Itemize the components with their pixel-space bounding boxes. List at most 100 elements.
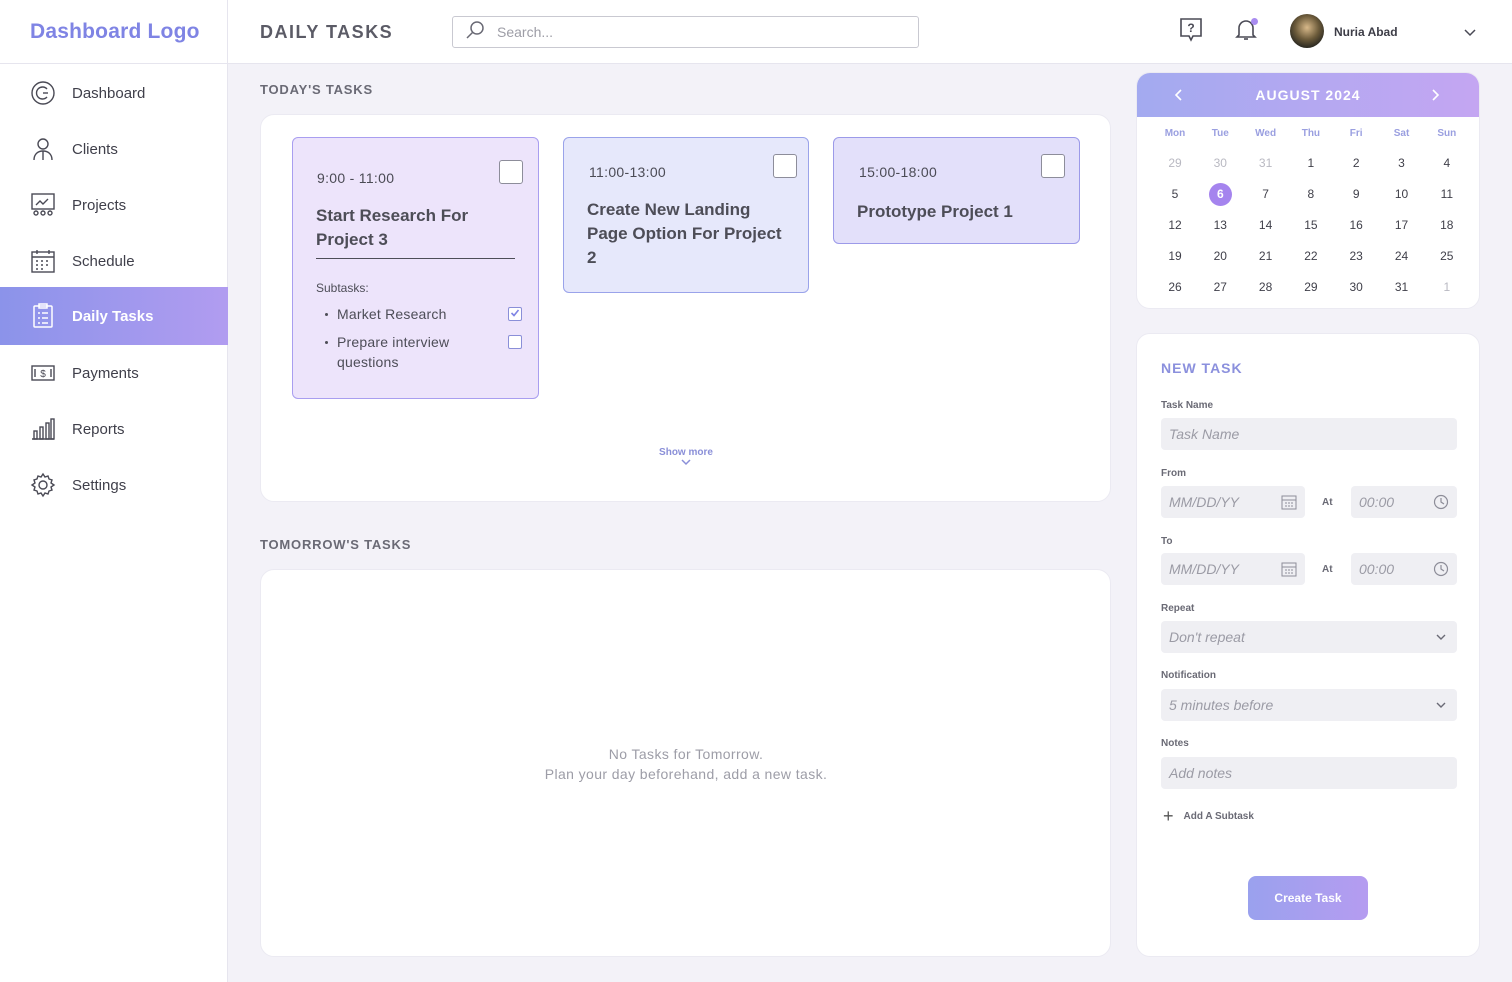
search-input[interactable] xyxy=(497,24,897,40)
calendar-day[interactable]: 31 xyxy=(1384,276,1420,298)
subtask-checkbox[interactable] xyxy=(508,335,522,349)
calendar-day[interactable]: 2 xyxy=(1338,152,1374,174)
notes-label: Notes xyxy=(1161,738,1189,749)
calendar-day[interactable]: 12 xyxy=(1157,214,1193,236)
sidebar-item-payments[interactable]: $ Payments xyxy=(0,344,228,402)
page-title: DAILY TASKS xyxy=(260,22,394,42)
avatar[interactable] xyxy=(1290,14,1324,48)
sidebar-item-schedule[interactable]: Schedule xyxy=(0,232,228,290)
today-section-title: TODAY'S TASKS xyxy=(260,82,373,97)
calendar-day[interactable]: 29 xyxy=(1157,152,1193,174)
to-date-input[interactable]: MM/DD/YY xyxy=(1161,553,1305,585)
calendar-day[interactable]: 17 xyxy=(1384,214,1420,236)
search-bar[interactable] xyxy=(452,16,919,48)
calendar-day[interactable]: 30 xyxy=(1338,276,1374,298)
sidebar-item-label: Daily Tasks xyxy=(72,307,154,325)
add-subtask-button[interactable]: + Add A Subtask xyxy=(1163,806,1254,826)
notification-select[interactable]: 5 minutes before xyxy=(1161,689,1457,721)
empty-state-message: No Tasks for Tomorrow. Plan your day bef… xyxy=(261,744,1111,784)
calendar-day[interactable]: 13 xyxy=(1202,214,1238,236)
calendar-day[interactable]: 19 xyxy=(1157,245,1193,267)
task-checkbox[interactable] xyxy=(499,160,523,184)
chevron-down-icon xyxy=(646,458,726,469)
task-time: 9:00 - 11:00 xyxy=(317,170,395,186)
task-checkbox[interactable] xyxy=(1041,154,1065,178)
task-card[interactable]: 15:00-18:00 Prototype Project 1 xyxy=(833,137,1080,244)
calendar-day[interactable]: 7 xyxy=(1248,183,1284,205)
sidebar-item-label: Clients xyxy=(72,140,118,158)
task-title: Create New Landing Page Option For Proje… xyxy=(587,200,782,267)
calendar-day[interactable]: 25 xyxy=(1429,245,1465,267)
calendar-day[interactable]: 24 xyxy=(1384,245,1420,267)
from-time-input[interactable]: 00:00 xyxy=(1351,486,1457,518)
calendar-day[interactable]: 23 xyxy=(1338,245,1374,267)
calendar-weekday: Tue xyxy=(1211,128,1229,139)
task-divider xyxy=(316,258,515,259)
calendar-day[interactable]: 4 xyxy=(1429,152,1465,174)
task-time: 11:00-13:00 xyxy=(589,164,666,180)
calendar-weekday: Thu xyxy=(1301,128,1321,139)
calendar-day[interactable]: 1 xyxy=(1429,276,1465,298)
task-card[interactable]: 11:00-13:00 Create New Landing Page Opti… xyxy=(563,137,809,293)
calendar-day[interactable]: 1 xyxy=(1293,152,1329,174)
help-button[interactable]: ? xyxy=(1177,17,1205,45)
sidebar-item-clients[interactable]: Clients xyxy=(0,120,228,178)
reports-icon xyxy=(30,416,56,442)
user-name[interactable]: Nuria Abad xyxy=(1334,25,1398,39)
app-logo[interactable]: Dashboard Logo xyxy=(0,0,227,64)
calendar-day[interactable]: 20 xyxy=(1202,245,1238,267)
calendar-day[interactable]: 22 xyxy=(1293,245,1329,267)
sidebar-item-daily-tasks[interactable]: Daily Tasks xyxy=(0,287,228,345)
notifications-button[interactable] xyxy=(1232,17,1260,45)
calendar-day[interactable]: 16 xyxy=(1338,214,1374,236)
sidebar-item-dashboard[interactable]: Dashboard xyxy=(0,64,228,122)
task-name-input[interactable]: Task Name xyxy=(1161,418,1457,450)
calendar-day[interactable]: 29 xyxy=(1293,276,1329,298)
calendar-day[interactable]: 14 xyxy=(1248,214,1284,236)
calendar-day[interactable]: 30 xyxy=(1202,152,1238,174)
sidebar-item-settings[interactable]: Settings xyxy=(0,456,228,514)
subtask-bullet xyxy=(325,313,328,316)
svg-text:$: $ xyxy=(40,369,46,380)
show-more-button[interactable]: Show more xyxy=(646,447,726,469)
calendar-day[interactable]: 9 xyxy=(1338,183,1374,205)
calendar-day[interactable]: 28 xyxy=(1248,276,1284,298)
plus-icon: + xyxy=(1163,806,1174,826)
task-card[interactable]: 9:00 - 11:00 Start Research For Project … xyxy=(292,137,539,399)
calendar-day[interactable]: 27 xyxy=(1202,276,1238,298)
chevron-down-icon xyxy=(1433,629,1449,645)
to-time-input[interactable]: 00:00 xyxy=(1351,553,1457,585)
notes-input[interactable]: Add notes xyxy=(1161,757,1457,789)
calendar-day[interactable]: 26 xyxy=(1157,276,1193,298)
create-task-button[interactable]: Create Task xyxy=(1248,876,1368,920)
calendar-day[interactable]: 8 xyxy=(1293,183,1329,205)
chevron-down-icon[interactable] xyxy=(1462,24,1478,40)
subtask-checkbox[interactable] xyxy=(508,307,522,321)
task-checkbox[interactable] xyxy=(773,154,797,178)
sidebar-item-projects[interactable]: Projects xyxy=(0,176,228,234)
chevron-left-icon[interactable] xyxy=(1171,87,1187,103)
repeat-select[interactable]: Don't repeat xyxy=(1161,621,1457,653)
to-label: To xyxy=(1161,536,1173,547)
task-title: Start Research For Project 3 xyxy=(316,206,469,249)
form-title: NEW TASK xyxy=(1161,360,1243,376)
add-subtask-label: Add A Subtask xyxy=(1183,810,1254,822)
sidebar-item-reports[interactable]: Reports xyxy=(0,400,228,458)
calendar-weekday: Sun xyxy=(1437,128,1457,139)
chevron-right-icon[interactable] xyxy=(1427,87,1443,103)
calendar-day[interactable]: 31 xyxy=(1248,152,1284,174)
calendar-day[interactable]: 6 xyxy=(1202,183,1238,206)
subtask-bullet xyxy=(325,341,328,344)
calendar-day[interactable]: 3 xyxy=(1384,152,1420,174)
from-date-input[interactable]: MM/DD/YY xyxy=(1161,486,1305,518)
calendar-day[interactable]: 21 xyxy=(1248,245,1284,267)
notes-placeholder: Add notes xyxy=(1169,765,1233,781)
calendar-weekday: Fri xyxy=(1349,128,1363,139)
calendar-day[interactable]: 5 xyxy=(1157,183,1193,205)
calendar-day[interactable]: 18 xyxy=(1429,214,1465,236)
sidebar-item-label: Payments xyxy=(72,364,139,382)
calendar-day[interactable]: 11 xyxy=(1429,183,1465,205)
calendar-day[interactable]: 15 xyxy=(1293,214,1329,236)
calendar-day[interactable]: 10 xyxy=(1384,183,1420,205)
empty-state-line: Plan your day beforehand, add a new task… xyxy=(544,766,828,782)
